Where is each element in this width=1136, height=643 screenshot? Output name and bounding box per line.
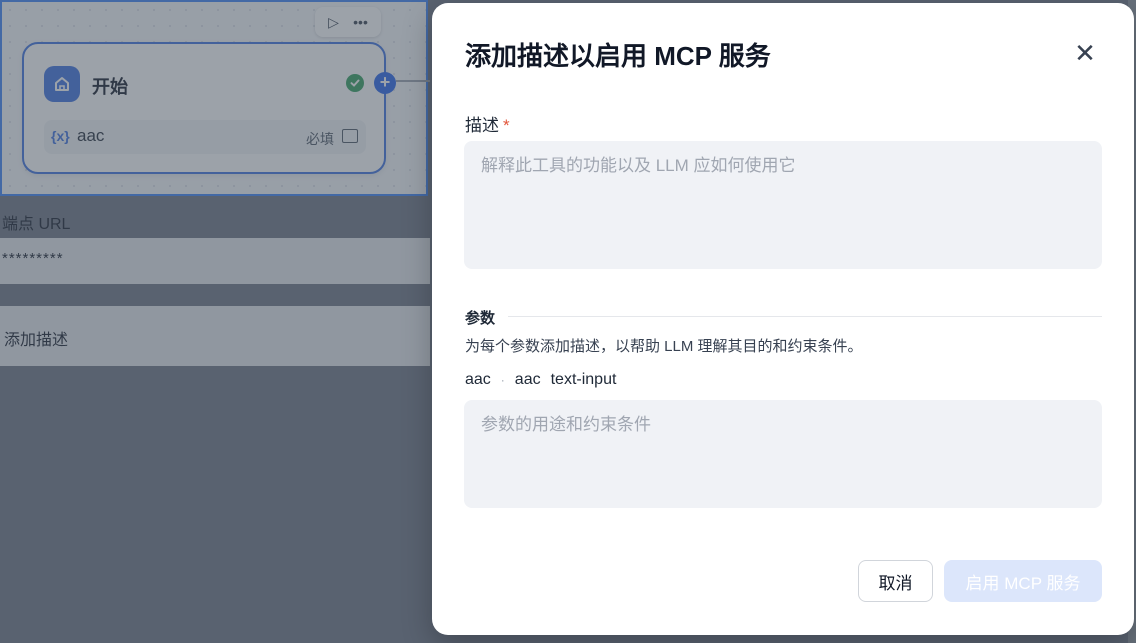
param-name: aac (465, 371, 491, 388)
endpoint-value: ********* (2, 250, 64, 267)
variable-icon: {x} (51, 128, 70, 144)
endpoint-label: 端点 URL (2, 216, 71, 233)
required-label: 必填 (306, 131, 334, 147)
description-label-text: 描述 (465, 116, 499, 135)
close-icon[interactable]: ✕ (1072, 40, 1098, 67)
node-connector (396, 80, 430, 82)
params-title: 参数 (465, 310, 496, 327)
play-icon[interactable]: ▷ (328, 14, 339, 31)
add-description-row[interactable]: 添加描述 (0, 306, 430, 366)
node-title: 开始 (92, 77, 128, 97)
check-icon (346, 74, 364, 92)
start-node[interactable]: 开始 + {x} aac 必填 (22, 42, 396, 174)
param-row: aac · aac text-input (465, 371, 616, 389)
description-label: 描述 * (465, 111, 510, 136)
cancel-button[interactable]: 取消 (858, 560, 933, 602)
text-type-icon (342, 129, 358, 143)
param-type: text-input (550, 371, 617, 388)
param-label: aac (514, 371, 541, 388)
required-mark: * (503, 116, 510, 135)
param-description-textarea[interactable] (464, 400, 1102, 508)
more-icon[interactable]: ••• (353, 14, 368, 30)
add-description-label: 添加描述 (4, 332, 69, 349)
node-toolbar: ▷ ••• (315, 7, 381, 37)
description-textarea[interactable] (464, 141, 1102, 269)
dialog-title: 添加描述以启用 MCP 服务 (465, 41, 771, 71)
param-separator: · (500, 373, 505, 387)
mcp-description-dialog: 添加描述以启用 MCP 服务 ✕ 描述* 参数 为每个参数添加描述，以帮助 LL… (432, 3, 1134, 635)
enable-mcp-button[interactable]: 启用 MCP 服务 (944, 560, 1102, 602)
home-icon (44, 66, 80, 102)
endpoint-field[interactable]: ********* (0, 238, 430, 284)
params-hint: 为每个参数添加描述，以帮助 LLM 理解其目的和约束条件。 (465, 338, 863, 355)
node-variable-row[interactable]: {x} aac 必填 (44, 120, 366, 154)
add-icon[interactable]: + (374, 72, 396, 94)
params-divider (508, 316, 1102, 317)
variable-name: aac (77, 126, 105, 145)
workflow-canvas[interactable]: ▷ ••• 开始 + {x} aac 必填 (0, 0, 430, 196)
